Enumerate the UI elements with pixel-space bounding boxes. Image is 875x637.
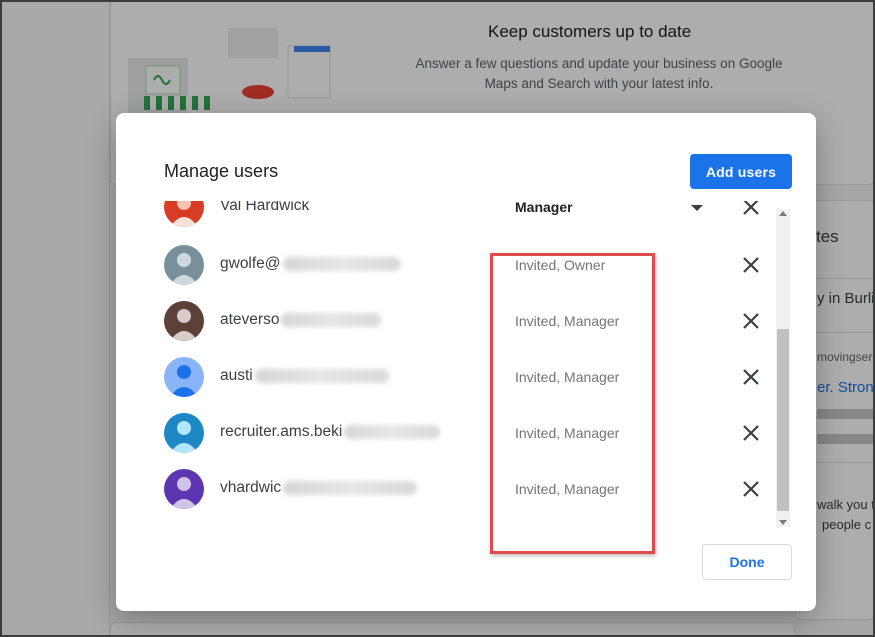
remove-user-icon[interactable] bbox=[740, 366, 762, 388]
user-role: Invited, Owner bbox=[515, 257, 606, 273]
done-button[interactable]: Done bbox=[702, 544, 792, 580]
remove-user-icon[interactable] bbox=[740, 422, 762, 444]
photo-avatar-icon bbox=[164, 301, 204, 341]
user-email: ateverso bbox=[220, 311, 382, 329]
close-icon[interactable] bbox=[740, 310, 762, 332]
user-row: ateverso Invited, Manager bbox=[116, 293, 772, 349]
user-role: Invited, Manager bbox=[515, 369, 620, 385]
avatar bbox=[164, 245, 204, 285]
close-icon[interactable] bbox=[740, 366, 762, 388]
person-icon bbox=[164, 413, 204, 453]
avatar bbox=[164, 301, 204, 341]
user-email: austi bbox=[220, 367, 389, 385]
avatar bbox=[164, 201, 204, 227]
user-row: gwolfe@ Invited, Owner bbox=[116, 237, 772, 293]
user-role: Invited, Manager bbox=[515, 481, 620, 497]
role-select-value[interactable]: Manager bbox=[515, 201, 573, 215]
scroll-down-arrow-icon[interactable] bbox=[779, 520, 787, 525]
user-email-text: austi bbox=[220, 367, 253, 384]
user-row: recruiter.ams.beki Invited, Manager bbox=[116, 405, 772, 461]
remove-user-icon[interactable] bbox=[740, 201, 762, 218]
dropdown-caret-icon[interactable] bbox=[691, 205, 703, 211]
user-row: austi Invited, Manager bbox=[116, 349, 772, 405]
person-icon bbox=[164, 469, 204, 509]
close-icon[interactable] bbox=[740, 254, 762, 276]
user-email-text: recruiter.ams.beki bbox=[220, 423, 343, 440]
user-role: Invited, Manager bbox=[515, 425, 620, 441]
users-list-scrollbar[interactable] bbox=[776, 209, 790, 527]
user-row: Val Hardwick Manager bbox=[116, 201, 772, 235]
manage-users-dialog: Manage users Add users Val Hardwick Mana… bbox=[116, 113, 816, 611]
person-icon bbox=[164, 357, 204, 397]
photo-avatar-icon bbox=[164, 201, 204, 227]
user-email: gwolfe@ bbox=[220, 255, 401, 273]
close-icon[interactable] bbox=[740, 478, 762, 500]
redacted-email-blur bbox=[283, 480, 418, 495]
users-list: Val Hardwick Manager gwolfe@ Invited, Ow… bbox=[116, 201, 772, 533]
user-email-text: gwolfe@ bbox=[220, 255, 281, 272]
scroll-up-arrow-icon[interactable] bbox=[779, 211, 787, 216]
redacted-email-blur bbox=[282, 256, 401, 271]
redacted-email-blur bbox=[254, 368, 389, 383]
add-users-button[interactable]: Add users bbox=[690, 154, 792, 189]
remove-user-icon[interactable] bbox=[740, 310, 762, 332]
user-email-text: ateverso bbox=[220, 311, 280, 328]
dialog-title: Manage users bbox=[164, 161, 279, 181]
avatar bbox=[164, 469, 204, 509]
user-row: vhardwic Invited, Manager bbox=[116, 461, 772, 517]
person-icon bbox=[164, 245, 204, 285]
user-email: recruiter.ams.beki bbox=[220, 423, 441, 441]
remove-user-icon[interactable] bbox=[740, 254, 762, 276]
scrollbar-thumb[interactable] bbox=[777, 329, 789, 511]
close-icon[interactable] bbox=[740, 201, 762, 218]
avatar bbox=[164, 413, 204, 453]
redacted-email-blur bbox=[281, 312, 382, 327]
close-icon[interactable] bbox=[740, 422, 762, 444]
avatar bbox=[164, 357, 204, 397]
redacted-email-blur bbox=[344, 424, 441, 439]
user-email: vhardwic bbox=[220, 479, 418, 497]
user-email-text: vhardwic bbox=[220, 479, 282, 496]
remove-user-icon[interactable] bbox=[740, 478, 762, 500]
user-name: Val Hardwick bbox=[220, 201, 310, 214]
user-role: Invited, Manager bbox=[515, 313, 620, 329]
